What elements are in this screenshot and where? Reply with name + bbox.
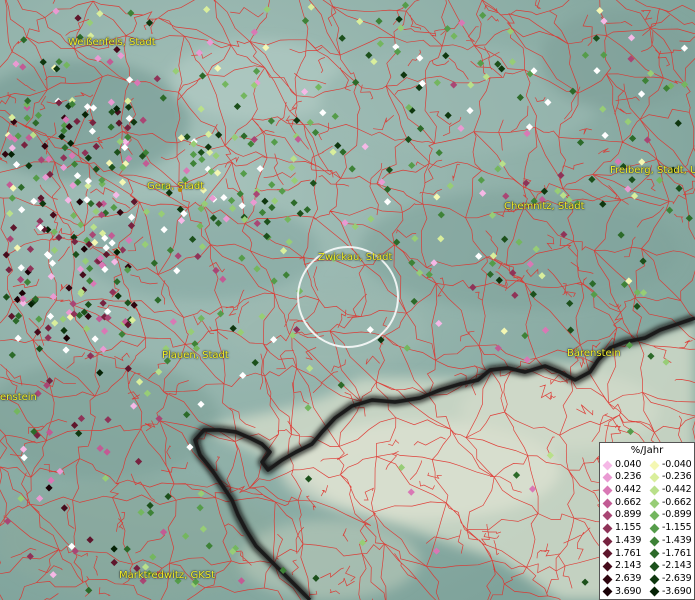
legend-entry-positive: 0.662: [600, 497, 647, 510]
city-label-marktredwitz: Marktredwitz, GKSt: [119, 570, 216, 581]
legend-entry-positive: 0.040: [600, 459, 647, 472]
legend-row: 1.155 -1.155: [600, 522, 694, 535]
legend-swatch: [649, 548, 660, 559]
legend-entry-positive: 1.155: [600, 522, 647, 535]
legend-swatch: [649, 574, 660, 585]
legend-value: 1.439: [615, 534, 642, 546]
legend-swatch: [649, 536, 660, 547]
legend-row: 2.639 -2.639: [600, 573, 694, 586]
legend-entry-negative: -0.662: [647, 497, 694, 510]
legend-value: -3.690: [662, 585, 692, 597]
legend-swatch: [649, 460, 660, 470]
legend-value: 1.155: [615, 522, 642, 534]
legend-row: 0.442 -0.442: [600, 484, 694, 497]
legend-value: 2.143: [615, 560, 642, 572]
city-label-chemnitz: Chemnitz, Stadt: [504, 201, 585, 212]
legend-value: -0.442: [662, 484, 692, 496]
legend-entry-positive: 0.442: [600, 484, 647, 497]
legend-row: 1.761 -1.761: [600, 548, 694, 561]
legend-value: -0.662: [662, 496, 692, 508]
legend-entry-negative: -0.442: [647, 484, 694, 497]
legend-entry-positive: 2.143: [600, 560, 647, 573]
city-label-zwickau: Zwickau, Stadt: [318, 252, 393, 263]
legend-value: -2.639: [662, 572, 692, 584]
legend-value: -1.155: [662, 522, 692, 534]
legend-swatch: [649, 510, 660, 521]
legend-value: 0.899: [615, 509, 642, 521]
legend-swatch: [649, 523, 660, 534]
legend-panel: %/Jahr 0.040 -0.040 0.236 -0.236 0.442 -0.442…: [599, 442, 695, 600]
legend-swatch: [649, 498, 660, 509]
legend-swatch: [602, 561, 613, 572]
city-label-plauen: Plauen, Stadt: [162, 350, 229, 361]
legend-value: -1.761: [662, 547, 692, 559]
legend-entry-negative: -1.761: [647, 548, 694, 561]
legend-title: %/Jahr: [630, 445, 664, 456]
legend-value: 0.236: [615, 471, 642, 483]
legend-value: 0.662: [615, 496, 642, 508]
legend-swatch: [602, 574, 613, 585]
legend-entry-negative: -0.040: [647, 459, 694, 472]
legend-entry-negative: -1.439: [647, 535, 694, 548]
legend-value: -2.143: [662, 560, 692, 572]
legend-value: 0.040: [615, 458, 642, 470]
legend-entry-negative: -1.155: [647, 522, 694, 535]
legend-swatch: [649, 485, 660, 496]
legend-entry-negative: -2.143: [647, 560, 694, 573]
legend-entry-negative: -3.690: [647, 586, 694, 599]
legend-row: 0.662 -0.662: [600, 497, 694, 510]
city-label-enstein: enstein: [0, 392, 37, 403]
legend-swatch: [649, 472, 660, 483]
map-view[interactable]: Weißenfels, Stadt Gera, Stadt Zwickau, S…: [0, 0, 695, 600]
legend-value: 1.761: [615, 547, 642, 559]
legend-entry-negative: -0.236: [647, 471, 694, 484]
legend-swatch: [602, 460, 613, 470]
legend-entry-positive: 0.236: [600, 471, 647, 484]
legend-swatch: [602, 510, 613, 521]
legend-swatch: [602, 586, 613, 597]
city-label-baerenstein: Bärenstein: [567, 348, 621, 359]
legend-swatch: [649, 561, 660, 572]
legend-swatch: [649, 586, 660, 597]
legend-row: 0.899 -0.899: [600, 509, 694, 522]
legend-entry-negative: -0.899: [647, 509, 694, 522]
legend-value: -0.899: [662, 509, 692, 521]
legend-entry-positive: 1.439: [600, 535, 647, 548]
legend-swatch: [602, 472, 613, 483]
legend-value: -0.040: [662, 458, 692, 470]
city-label-freiberg: Freiberg, Stadt, U: [610, 165, 695, 176]
legend-value: 3.690: [615, 585, 642, 597]
legend-entry-positive: 2.639: [600, 573, 647, 586]
legend-row: 0.236 -0.236: [600, 471, 694, 484]
legend-rows: 0.040 -0.040 0.236 -0.236 0.442 -0.442 0.662 -0…: [600, 459, 694, 599]
legend-swatch: [602, 536, 613, 547]
legend-entry-positive: 1.761: [600, 548, 647, 561]
legend-entry-negative: -2.639: [647, 573, 694, 586]
legend-swatch: [602, 485, 613, 496]
legend-swatch: [602, 548, 613, 559]
legend-value: 2.639: [615, 572, 642, 584]
legend-row: 0.040 -0.040: [600, 459, 694, 472]
terrain-basemap: [0, 0, 695, 600]
legend-entry-positive: 0.899: [600, 509, 647, 522]
legend-row: 2.143 -2.143: [600, 560, 694, 573]
legend-value: -0.236: [662, 471, 692, 483]
legend-entry-positive: 3.690: [600, 586, 647, 599]
city-label-weissenfels: Weißenfels, Stadt: [68, 37, 156, 48]
legend-value: 0.442: [615, 484, 642, 496]
legend-swatch: [602, 498, 613, 509]
city-marker-gera: [178, 188, 182, 192]
legend-swatch: [602, 523, 613, 534]
legend-row: 1.439 -1.439: [600, 535, 694, 548]
legend-row: 3.690 -3.690: [600, 586, 694, 599]
city-label-gera: Gera, Stadt: [147, 181, 205, 192]
legend-value: -1.439: [662, 534, 692, 546]
